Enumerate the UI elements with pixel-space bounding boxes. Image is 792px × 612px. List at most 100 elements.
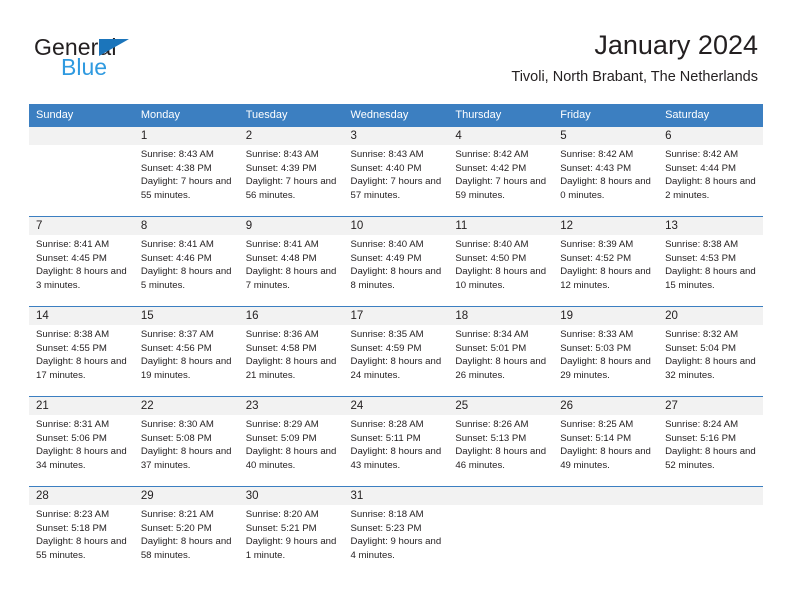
day-cell-content: 4 Sunrise: 8:42 AM Sunset: 4:42 PM Daylight… [448, 127, 554, 216]
calendar-day-cell[interactable]: 7 Sunrise: 8:41 AM Sunset: 4:45 PM Daylight… [29, 216, 134, 307]
daylight-text: Daylight: 8 hours and 24 minutes. [350, 356, 442, 381]
daylight-text: Daylight: 8 hours and 2 minutes. [665, 176, 756, 201]
calendar-day-cell[interactable]: 5 Sunrise: 8:42 AM Sunset: 4:43 PM Daylight… [553, 126, 659, 217]
day-cell-content: 3 Sunrise: 8:43 AM Sunset: 4:40 PM Daylight… [343, 127, 449, 216]
day-sun-info: Sunrise: 8:42 AM Sunset: 4:42 PM Daylight:… [448, 145, 553, 202]
calendar-day-cell[interactable]: 11 Sunrise: 8:40 AM Sunset: 4:50 PM Dayligh… [448, 216, 554, 307]
day-sun-info: Sunrise: 8:37 AM Sunset: 4:56 PM Daylight:… [134, 325, 239, 382]
day-cell-content: 12 Sunrise: 8:39 AM Sunset: 4:52 PM Dayligh… [553, 217, 659, 306]
daylight-text: Daylight: 8 hours and 37 minutes. [140, 446, 232, 471]
calendar-day-cell[interactable]: 23 Sunrise: 8:29 AM Sunset: 5:09 PM Dayligh… [238, 396, 344, 487]
calendar-day-cell[interactable]: 29 Sunrise: 8:21 AM Sunset: 5:20 PM Dayligh… [133, 486, 239, 576]
calendar-day-cell[interactable]: 30 Sunrise: 8:20 AM Sunset: 5:21 PM Dayligh… [238, 486, 344, 576]
daylight-text: Daylight: 8 hours and 52 minutes. [665, 446, 756, 471]
day-sun-info: Sunrise: 8:34 AM Sunset: 5:01 PM Daylight:… [448, 325, 553, 382]
day-sun-info: Sunrise: 8:28 AM Sunset: 5:11 PM Daylight:… [344, 415, 449, 472]
day-sun-info: Sunrise: 8:24 AM Sunset: 5:16 PM Daylight:… [658, 415, 763, 472]
day-number [553, 487, 659, 505]
daylight-text: Daylight: 8 hours and 21 minutes. [245, 356, 337, 381]
day-sun-info: Sunrise: 8:30 AM Sunset: 5:08 PM Daylight:… [134, 415, 239, 472]
calendar-day-cell[interactable]: 14 Sunrise: 8:38 AM Sunset: 4:55 PM Dayligh… [29, 306, 134, 397]
sunset-text: Sunset: 5:16 PM [665, 432, 736, 444]
sunset-text: Sunset: 4:56 PM [140, 342, 212, 354]
calendar-day-cell[interactable]: 3 Sunrise: 8:43 AM Sunset: 4:40 PM Daylight… [343, 126, 449, 217]
calendar-day-cell[interactable]: 13 Sunrise: 8:38 AM Sunset: 4:53 PM Dayligh… [658, 216, 763, 307]
calendar-day-cell[interactable]: 19 Sunrise: 8:33 AM Sunset: 5:03 PM Dayligh… [553, 306, 659, 397]
calendar-day-cell[interactable]: 12 Sunrise: 8:39 AM Sunset: 4:52 PM Dayligh… [553, 216, 659, 307]
day-cell-content: 28 Sunrise: 8:23 AM Sunset: 5:18 PM Dayligh… [29, 487, 134, 576]
sunrise-text: Sunrise: 8:38 AM [665, 239, 739, 250]
calendar-day-cell[interactable]: 28 Sunrise: 8:23 AM Sunset: 5:18 PM Dayligh… [29, 486, 134, 576]
calendar-day-cell[interactable]: 17 Sunrise: 8:35 AM Sunset: 4:59 PM Dayligh… [343, 306, 449, 397]
sunset-text: Sunset: 5:18 PM [36, 522, 107, 534]
sunrise-text: Sunrise: 8:31 AM [36, 419, 110, 430]
daylight-text: Daylight: 8 hours and 55 minutes. [36, 536, 127, 561]
sunset-text: Sunset: 4:59 PM [350, 342, 422, 354]
day-number: 25 [448, 397, 554, 415]
day-number [658, 487, 763, 505]
day-cell-content: 7 Sunrise: 8:41 AM Sunset: 4:45 PM Daylight… [29, 217, 134, 306]
daylight-text: Daylight: 8 hours and 0 minutes. [560, 176, 651, 201]
calendar-day-cell[interactable]: 9 Sunrise: 8:41 AM Sunset: 4:48 PM Daylight… [238, 216, 344, 307]
calendar-day-cell[interactable]: 4 Sunrise: 8:42 AM Sunset: 4:42 PM Daylight… [448, 126, 554, 217]
calendar-day-cell[interactable]: 16 Sunrise: 8:36 AM Sunset: 4:58 PM Dayligh… [238, 306, 344, 397]
day-sun-info: Sunrise: 8:43 AM Sunset: 4:40 PM Daylight:… [344, 145, 449, 202]
sunrise-text: Sunrise: 8:42 AM [560, 149, 634, 160]
sunrise-text: Sunrise: 8:30 AM [140, 419, 214, 430]
day-cell-content: 13 Sunrise: 8:38 AM Sunset: 4:53 PM Dayligh… [658, 217, 763, 306]
sunset-text: Sunset: 5:08 PM [140, 432, 212, 444]
calendar-day-cell[interactable]: 6 Sunrise: 8:42 AM Sunset: 4:44 PM Daylight… [658, 126, 763, 217]
calendar-week-row: 14 Sunrise: 8:38 AM Sunset: 4:55 PM Dayligh… [29, 306, 763, 397]
calendar-day-cell-empty [658, 486, 763, 576]
day-sun-info: Sunrise: 8:39 AM Sunset: 4:52 PM Daylight:… [553, 235, 658, 292]
day-number: 14 [29, 307, 134, 325]
day-cell-content: 31 Sunrise: 8:18 AM Sunset: 5:23 PM Dayligh… [343, 487, 449, 576]
calendar-day-cell[interactable]: 25 Sunrise: 8:26 AM Sunset: 5:13 PM Dayligh… [448, 396, 554, 487]
day-number: 20 [658, 307, 763, 325]
sunset-text: Sunset: 4:38 PM [140, 162, 212, 174]
day-sun-info: Sunrise: 8:42 AM Sunset: 4:43 PM Daylight:… [553, 145, 658, 202]
day-cell-content: 23 Sunrise: 8:29 AM Sunset: 5:09 PM Dayligh… [238, 397, 344, 486]
day-cell-content: 5 Sunrise: 8:42 AM Sunset: 4:43 PM Daylight… [553, 127, 659, 216]
calendar-day-cell[interactable]: 1 Sunrise: 8:43 AM Sunset: 4:38 PM Daylight… [133, 126, 239, 217]
calendar-day-cell[interactable]: 15 Sunrise: 8:37 AM Sunset: 4:56 PM Dayligh… [133, 306, 239, 397]
calendar-day-cell[interactable]: 10 Sunrise: 8:40 AM Sunset: 4:49 PM Dayligh… [343, 216, 449, 307]
weekday-header-saturday: Saturday [658, 104, 763, 127]
calendar-day-cell[interactable]: 2 Sunrise: 8:43 AM Sunset: 4:39 PM Daylight… [238, 126, 344, 217]
calendar-day-cell[interactable]: 22 Sunrise: 8:30 AM Sunset: 5:08 PM Dayligh… [133, 396, 239, 487]
sunrise-text: Sunrise: 8:42 AM [455, 149, 529, 160]
calendar-day-cell[interactable]: 21 Sunrise: 8:31 AM Sunset: 5:06 PM Dayligh… [29, 396, 134, 487]
calendar-day-cell[interactable]: 27 Sunrise: 8:24 AM Sunset: 5:16 PM Dayligh… [658, 396, 763, 487]
day-sun-info: Sunrise: 8:40 AM Sunset: 4:50 PM Daylight:… [448, 235, 553, 292]
sunset-text: Sunset: 4:50 PM [455, 252, 527, 264]
sunrise-text: Sunrise: 8:24 AM [665, 419, 739, 430]
day-cell-content: 19 Sunrise: 8:33 AM Sunset: 5:03 PM Dayligh… [553, 307, 659, 396]
page-title: January 2024 [594, 30, 758, 60]
sunset-text: Sunset: 5:09 PM [245, 432, 317, 444]
day-number: 15 [133, 307, 239, 325]
day-cell-content: 11 Sunrise: 8:40 AM Sunset: 4:50 PM Dayligh… [448, 217, 554, 306]
calendar-day-cell[interactable]: 20 Sunrise: 8:32 AM Sunset: 5:04 PM Dayligh… [658, 306, 763, 397]
calendar-day-cell[interactable]: 8 Sunrise: 8:41 AM Sunset: 4:46 PM Daylight… [133, 216, 239, 307]
sunset-text: Sunset: 4:40 PM [350, 162, 422, 174]
day-cell-content [658, 487, 763, 576]
sunrise-text: Sunrise: 8:33 AM [560, 329, 634, 340]
daylight-text: Daylight: 8 hours and 7 minutes. [245, 266, 337, 291]
day-sun-info: Sunrise: 8:32 AM Sunset: 5:04 PM Daylight:… [658, 325, 763, 382]
sunrise-text: Sunrise: 8:43 AM [245, 149, 319, 160]
calendar-day-cell[interactable]: 18 Sunrise: 8:34 AM Sunset: 5:01 PM Dayligh… [448, 306, 554, 397]
calendar-day-cell[interactable]: 31 Sunrise: 8:18 AM Sunset: 5:23 PM Dayligh… [343, 486, 449, 576]
daylight-text: Daylight: 8 hours and 8 minutes. [350, 266, 442, 291]
calendar-day-cell[interactable]: 24 Sunrise: 8:28 AM Sunset: 5:11 PM Dayligh… [343, 396, 449, 487]
sunrise-text: Sunrise: 8:29 AM [245, 419, 319, 430]
day-number: 12 [553, 217, 659, 235]
calendar-day-cell[interactable]: 26 Sunrise: 8:25 AM Sunset: 5:14 PM Dayligh… [553, 396, 659, 487]
general-blue-logo[interactable]: General Blue [34, 34, 234, 88]
day-number: 16 [238, 307, 344, 325]
day-number: 6 [658, 127, 763, 145]
sunset-text: Sunset: 4:48 PM [245, 252, 317, 264]
day-sun-info: Sunrise: 8:29 AM Sunset: 5:09 PM Daylight:… [239, 415, 344, 472]
weekday-header-sunday: Sunday [29, 104, 134, 127]
weekday-header-friday: Friday [553, 104, 659, 127]
daylight-text: Daylight: 8 hours and 19 minutes. [140, 356, 232, 381]
